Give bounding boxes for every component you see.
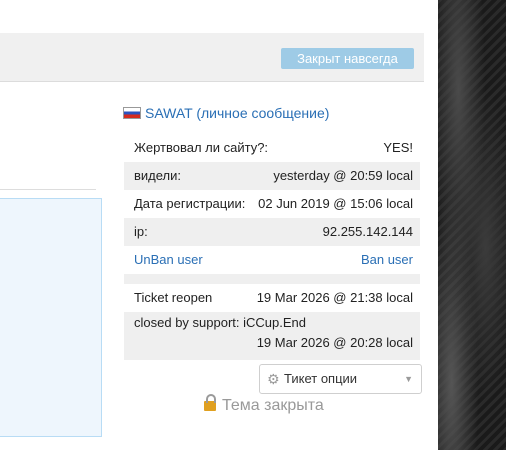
- divider: [0, 189, 96, 190]
- last-seen-row: видели: yesterday @ 20:59 local: [124, 162, 420, 190]
- background-artwork: [438, 0, 506, 450]
- gear-icon: ⚙: [267, 371, 280, 387]
- closed-forever-badge: Закрыт навсегда: [281, 48, 414, 69]
- ticket-options-select[interactable]: ⚙ Тикет опции ▼: [259, 364, 422, 394]
- donated-label: Жертвовал ли сайту?:: [134, 140, 269, 155]
- ticket-options-label: Тикет опции: [284, 371, 358, 386]
- closed-by-value: 19 Mar 2026 @ 20:28 local: [256, 335, 413, 350]
- ban-user-link[interactable]: Ban user: [361, 246, 413, 274]
- row-spacer: [124, 274, 420, 284]
- topic-closed-label: Тема закрыта: [222, 397, 324, 414]
- user-info-table: Жертвовал ли сайту?: YES! видели: yester…: [124, 134, 420, 360]
- ip-row: ip: 92.255.142.144: [124, 218, 420, 246]
- content-panel: Закрыт навсегда SAWAT (личное сообщение)…: [0, 0, 438, 450]
- ip-value: 92.255.142.144: [322, 224, 413, 239]
- pm-open-paren: (: [192, 105, 202, 121]
- username-link[interactable]: SAWAT: [145, 105, 192, 121]
- registration-date-row: Дата регистрации: 02 Jun 2019 @ 15:06 lo…: [124, 190, 420, 218]
- ticket-reopen-label: Ticket reopen: [134, 290, 213, 305]
- unban-user-link[interactable]: UnBan user: [134, 246, 203, 274]
- donated-value: YES!: [383, 140, 413, 155]
- chevron-down-icon: ▼: [404, 374, 413, 384]
- last-seen-label: видели:: [134, 168, 182, 183]
- user-header: SAWAT (личное сообщение): [123, 105, 329, 121]
- pm-close-paren: ): [324, 105, 330, 121]
- lock-icon: [204, 394, 216, 411]
- private-message-link[interactable]: личное сообщение: [201, 105, 325, 121]
- ban-actions-row: UnBan user Ban user: [124, 246, 420, 274]
- donated-row: Жертвовал ли сайту?: YES!: [124, 134, 420, 162]
- russia-flag-icon: [123, 107, 141, 119]
- registration-date-value: 02 Jun 2019 @ 15:06 local: [258, 196, 413, 211]
- ticket-reopen-row: Ticket reopen 19 Mar 2026 @ 21:38 local: [124, 284, 420, 312]
- ticket-reopen-value: 19 Mar 2026 @ 21:38 local: [256, 290, 413, 305]
- message-body-box: [0, 198, 102, 437]
- registration-date-label: Дата регистрации:: [134, 196, 246, 211]
- closed-by-row: closed by support: iCCup.End 19 Mar 2026…: [124, 312, 420, 360]
- last-seen-value: yesterday @ 20:59 local: [273, 168, 413, 183]
- ip-label: ip:: [134, 224, 148, 239]
- topic-closed-status: Тема закрыта: [204, 394, 324, 415]
